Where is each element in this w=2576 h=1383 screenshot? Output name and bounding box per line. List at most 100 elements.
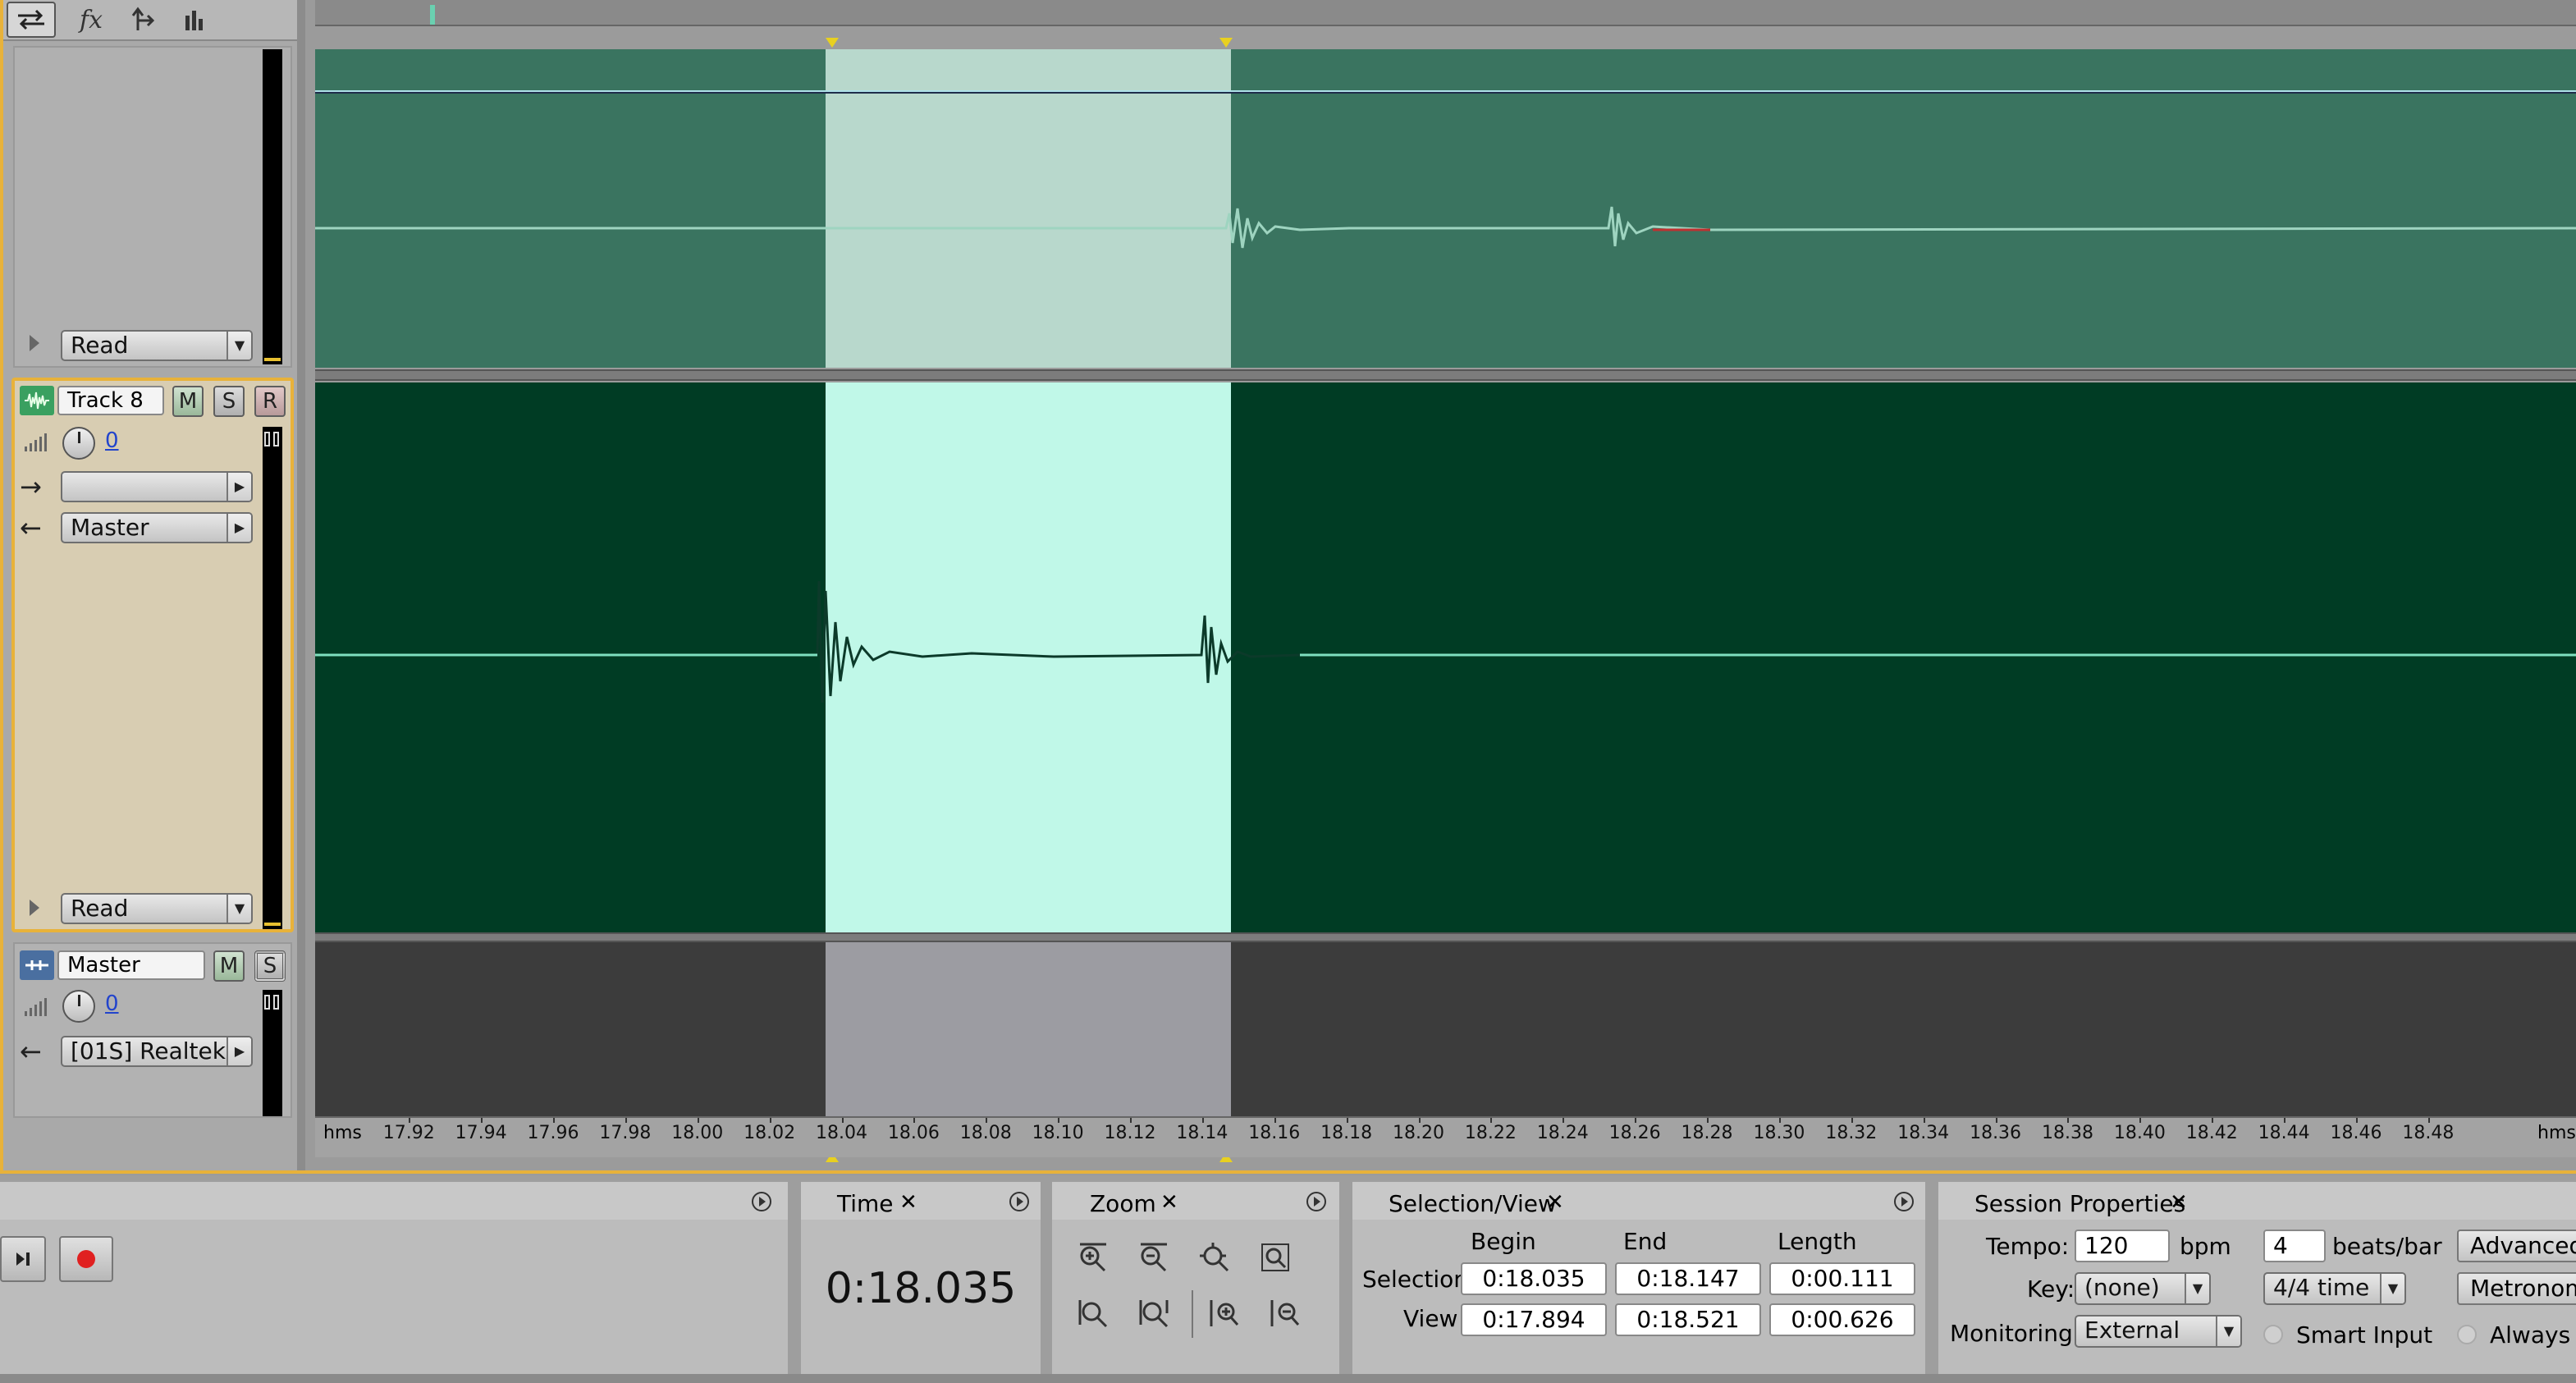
master-output-select[interactable]: [01S] Realtek ▶ — [61, 1036, 253, 1067]
track8-input-select[interactable]: ▶ — [61, 471, 253, 502]
selection-end-marker[interactable] — [1219, 38, 1233, 48]
master-name-field[interactable]: Master — [57, 950, 205, 980]
zoom-out-time-icon[interactable] — [1132, 1292, 1175, 1335]
close-icon[interactable]: ✕ — [1160, 1190, 1178, 1215]
ruler-tick-mark — [1635, 1118, 1637, 1123]
send-icon[interactable] — [123, 2, 164, 38]
track7-automation-mode[interactable]: Read ▼ — [61, 330, 253, 361]
fx-icon[interactable]: fx — [71, 2, 112, 38]
expand-triangle-icon[interactable] — [30, 335, 39, 351]
track7-meter — [263, 49, 282, 364]
close-icon[interactable]: ✕ — [899, 1190, 917, 1215]
ruler-tick-mark — [2067, 1118, 2070, 1123]
loop-icon[interactable] — [7, 2, 56, 38]
skip-to-end-button[interactable] — [0, 1236, 46, 1282]
ruler-tick-mark — [2427, 1118, 2430, 1123]
master-selection[interactable] — [826, 942, 1231, 1116]
panel-menu-icon[interactable] — [1889, 1188, 1919, 1215]
track8-meter-peak — [264, 923, 281, 926]
track8-name: Track 8 — [67, 388, 144, 413]
expand-triangle-icon[interactable] — [30, 900, 39, 916]
track8-meter — [263, 427, 282, 929]
record-icon — [77, 1250, 95, 1268]
zoom-in-at-end-icon[interactable] — [1264, 1292, 1306, 1335]
panel-splitter[interactable] — [297, 0, 305, 1174]
panel-menu-icon[interactable] — [1302, 1188, 1331, 1215]
ruler-tick-mark — [913, 1118, 916, 1123]
ruler-tick-label: 18.12 — [1104, 1123, 1156, 1143]
zoom-in-time-icon[interactable] — [1072, 1292, 1114, 1335]
ruler-tick-label: 17.96 — [527, 1123, 579, 1143]
track8-output-label: Master — [71, 514, 149, 541]
chevron-right-icon: ▶ — [226, 514, 251, 542]
zoom-in-amplitude-icon[interactable] — [1072, 1236, 1114, 1279]
track8-volume-knob[interactable] — [62, 427, 95, 460]
zoom-full-icon[interactable] — [1254, 1236, 1297, 1279]
view-length-field[interactable]: 0:00.626 — [1769, 1303, 1915, 1336]
master-solo-button[interactable]: S — [254, 950, 286, 982]
selection-length-field[interactable]: 0:00.111 — [1769, 1262, 1915, 1295]
always-input-checkbox[interactable] — [2457, 1325, 2477, 1344]
beats-field[interactable]: 4 — [2263, 1230, 2326, 1262]
tempo-unit: bpm — [2180, 1233, 2231, 1260]
tempo-field[interactable]: 120 — [2075, 1230, 2170, 1262]
ruler-tick-label: 18.38 — [2041, 1123, 2093, 1143]
ruler-tick-label: 18.02 — [744, 1123, 796, 1143]
selection-begin-field[interactable]: 0:18.035 — [1461, 1262, 1607, 1295]
master-meter-clip — [264, 995, 270, 1010]
ruler-tick-mark — [841, 1118, 844, 1123]
track8-name-field[interactable]: Track 8 — [57, 386, 164, 415]
track8-header[interactable] — [11, 378, 294, 932]
metronome-button[interactable]: Metronom — [2457, 1272, 2576, 1305]
meter-icon[interactable] — [174, 2, 215, 38]
ruler-tick-mark — [2139, 1118, 2142, 1123]
selection-start-marker[interactable] — [826, 38, 839, 48]
ruler-tick-mark — [1274, 1118, 1276, 1123]
close-icon[interactable]: ✕ — [1546, 1190, 1564, 1215]
track8-volume-value[interactable]: 0 — [105, 428, 119, 453]
track8-solo-button[interactable]: S — [213, 386, 245, 417]
view-end-field[interactable]: 0:18.521 — [1615, 1303, 1761, 1336]
track8-automation-mode[interactable]: Read ▼ — [61, 893, 253, 924]
record-button[interactable] — [59, 1236, 113, 1282]
panel-menu-icon[interactable] — [1004, 1188, 1034, 1215]
smart-input-checkbox[interactable] — [2263, 1325, 2283, 1344]
ruler-tick-label: 17.98 — [599, 1123, 652, 1143]
master-output-label: [01S] Realtek — [71, 1037, 226, 1065]
track8-record-button[interactable]: R — [254, 386, 286, 417]
track8-mute-button[interactable]: M — [172, 386, 204, 417]
zoom-out-amplitude-icon[interactable] — [1132, 1236, 1175, 1279]
track-divider[interactable] — [315, 932, 2576, 942]
track8-output-select[interactable]: Master ▶ — [61, 512, 253, 543]
ruler-tick-mark — [1778, 1118, 1781, 1123]
close-icon[interactable]: ✕ — [2170, 1190, 2188, 1215]
overview-view-indicator[interactable] — [430, 5, 435, 25]
advanced-button[interactable]: Advanced — [2457, 1230, 2576, 1262]
track8-waveform — [315, 580, 2576, 703]
zoom-to-selection-icon[interactable] — [1193, 1236, 1236, 1279]
input-arrow-icon: → — [20, 471, 42, 502]
ruler-tick-label: 18.10 — [1032, 1123, 1084, 1143]
panel-menu-icon[interactable] — [747, 1188, 776, 1215]
master-volume-value[interactable]: 0 — [105, 991, 119, 1016]
overview-bar[interactable] — [315, 0, 2576, 26]
ruler-tick-label: 18.44 — [2258, 1123, 2310, 1143]
selection-end-field[interactable]: 0:18.147 — [1615, 1262, 1761, 1295]
chevron-down-icon: ▼ — [226, 332, 251, 359]
ruler-tick-label: 18.24 — [1536, 1123, 1589, 1143]
master-volume-knob[interactable] — [62, 990, 95, 1023]
editor-frame-left — [0, 0, 3, 1174]
output-arrow-icon: ← — [20, 512, 42, 543]
key-select[interactable]: (none) ▼ — [2075, 1272, 2211, 1305]
ruler-tick-label: 18.28 — [1681, 1123, 1733, 1143]
monitoring-select[interactable]: External ▼ — [2075, 1315, 2242, 1348]
time-signature-select[interactable]: 4/4 time ▼ — [2263, 1272, 2406, 1305]
track-divider[interactable] — [315, 369, 2576, 381]
zoom-in-at-start-icon[interactable] — [1203, 1292, 1246, 1335]
track7-header[interactable] — [13, 46, 292, 368]
ruler-tick-label: 17.92 — [382, 1123, 435, 1143]
master-lane[interactable] — [315, 942, 2576, 1116]
chevron-down-icon: ▼ — [2216, 1317, 2240, 1346]
master-mute-button[interactable]: M — [213, 950, 245, 982]
view-begin-field[interactable]: 0:17.894 — [1461, 1303, 1607, 1336]
